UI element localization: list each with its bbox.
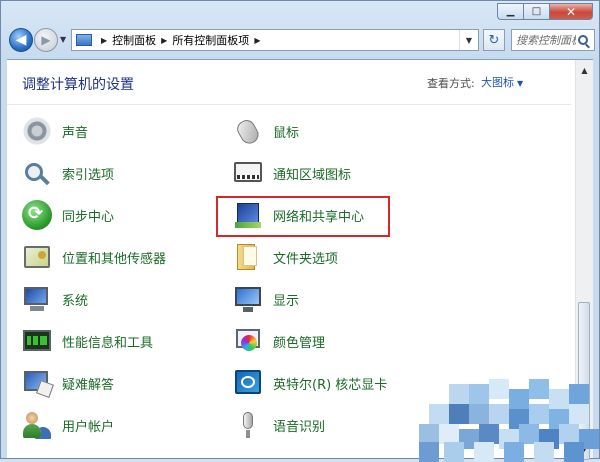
index-options-icon bbox=[22, 158, 52, 188]
color-management-icon bbox=[233, 326, 263, 356]
item-label: 鼠标 bbox=[273, 125, 300, 141]
intel-graphics-icon bbox=[233, 368, 263, 398]
item-notification-area-icons[interactable]: 通知区域图标 bbox=[233, 156, 351, 190]
item-troubleshooting[interactable]: 疑难解答 bbox=[22, 366, 114, 400]
scroll-up-arrow-icon[interactable]: ▲ bbox=[577, 62, 592, 78]
maximize-button[interactable]: □ bbox=[523, 3, 549, 20]
speaker-icon bbox=[22, 116, 52, 146]
forward-button[interactable]: ▶ bbox=[34, 28, 58, 52]
close-button[interactable]: ✕ bbox=[549, 3, 593, 20]
item-intel-graphics[interactable]: 英特尔(R) 核芯显卡 bbox=[233, 366, 387, 400]
user-accounts-icon bbox=[22, 410, 52, 440]
view-by-value: 大图标 bbox=[481, 76, 514, 89]
control-panel-icon bbox=[76, 34, 92, 46]
item-label: 索引选项 bbox=[62, 167, 115, 183]
control-panel-window: ▁ □ ✕ ◀ ▶ ▼ ▶ 控制面板 ▶ 所有控制面板项 ▶ ▼ ↻ 调整计算机… bbox=[0, 0, 600, 462]
back-arrow-icon: ◀ bbox=[15, 32, 27, 48]
item-user-accounts[interactable]: 用户帐户 bbox=[22, 408, 114, 442]
item-label: 用户帐户 bbox=[62, 419, 115, 435]
recent-pages-dropdown[interactable]: ▼ bbox=[60, 35, 66, 44]
search-box[interactable] bbox=[511, 29, 595, 51]
item-label: 通知区域图标 bbox=[273, 167, 352, 183]
item-label: 颜色管理 bbox=[273, 335, 326, 351]
item-system[interactable]: 系统 bbox=[22, 282, 88, 316]
refresh-icon: ↻ bbox=[488, 32, 500, 48]
page-title: 调整计算机的设置 bbox=[22, 77, 134, 93]
content-header: 调整计算机的设置 查看方式: 大图标 ▼ bbox=[7, 60, 571, 105]
notification-area-icon bbox=[233, 158, 263, 188]
display-icon bbox=[233, 284, 263, 314]
search-icon[interactable] bbox=[578, 35, 588, 45]
item-sound[interactable]: 声音 bbox=[22, 114, 88, 148]
item-mouse[interactable]: 鼠标 bbox=[233, 114, 299, 148]
item-label: 语音识别 bbox=[273, 419, 326, 435]
address-history-dropdown[interactable]: ▼ bbox=[459, 30, 478, 50]
item-color-management[interactable]: 颜色管理 bbox=[233, 324, 325, 358]
chevron-down-icon: ▼ bbox=[517, 79, 524, 88]
item-label: 同步中心 bbox=[62, 209, 115, 225]
navigation-bar: ◀ ▶ ▼ ▶ 控制面板 ▶ 所有控制面板项 ▶ ▼ ↻ bbox=[7, 25, 595, 55]
item-label: 位置和其他传感器 bbox=[62, 251, 167, 267]
item-speech-recognition[interactable]: 语音识别 bbox=[233, 408, 325, 442]
item-label: 性能信息和工具 bbox=[62, 335, 154, 351]
breadcrumb-control-panel[interactable]: 控制面板 bbox=[112, 32, 156, 48]
item-label: 系统 bbox=[62, 293, 89, 309]
mouse-icon bbox=[233, 116, 263, 146]
item-display[interactable]: 显示 bbox=[233, 282, 299, 316]
system-icon bbox=[22, 284, 52, 314]
item-label: 疑难解答 bbox=[62, 377, 115, 393]
troubleshooting-icon bbox=[22, 368, 52, 398]
item-label: 文件夹选项 bbox=[273, 251, 339, 267]
back-button[interactable]: ◀ bbox=[9, 28, 33, 52]
watermark-mosaic bbox=[419, 379, 600, 462]
crumb-separator-icon[interactable]: ▶ bbox=[101, 36, 107, 45]
window-caption-buttons: ▁ □ ✕ bbox=[497, 3, 593, 20]
breadcrumb-all-items[interactable]: 所有控制面板项 bbox=[172, 32, 249, 48]
item-label: 声音 bbox=[62, 125, 89, 141]
item-label: 英特尔(R) 核芯显卡 bbox=[273, 377, 388, 393]
item-sync-center[interactable]: 同步中心 bbox=[22, 198, 114, 232]
crumb-separator-icon[interactable]: ▶ bbox=[161, 36, 167, 45]
view-by-label: 查看方式: bbox=[427, 77, 475, 90]
forward-arrow-icon: ▶ bbox=[41, 33, 51, 47]
folder-options-icon bbox=[233, 242, 263, 272]
highlight-box bbox=[216, 196, 390, 237]
item-location-sensors[interactable]: 位置和其他传感器 bbox=[22, 240, 166, 274]
refresh-button[interactable]: ↻ bbox=[483, 29, 505, 51]
item-label: 显示 bbox=[273, 293, 300, 309]
speech-recognition-icon bbox=[233, 410, 263, 440]
location-sensors-icon bbox=[22, 242, 52, 272]
item-indexing-options[interactable]: 索引选项 bbox=[22, 156, 114, 190]
item-folder-options[interactable]: 文件夹选项 bbox=[233, 240, 338, 274]
crumb-separator-icon[interactable]: ▶ bbox=[254, 36, 260, 45]
view-by-dropdown[interactable]: 大图标 ▼ bbox=[481, 74, 523, 90]
minimize-button[interactable]: ▁ bbox=[497, 3, 523, 20]
performance-icon bbox=[22, 326, 52, 356]
item-performance-tools[interactable]: 性能信息和工具 bbox=[22, 324, 153, 358]
sync-center-icon bbox=[22, 200, 52, 230]
search-input[interactable] bbox=[512, 33, 576, 47]
address-bar[interactable]: ▶ 控制面板 ▶ 所有控制面板项 ▶ ▼ bbox=[71, 29, 479, 51]
